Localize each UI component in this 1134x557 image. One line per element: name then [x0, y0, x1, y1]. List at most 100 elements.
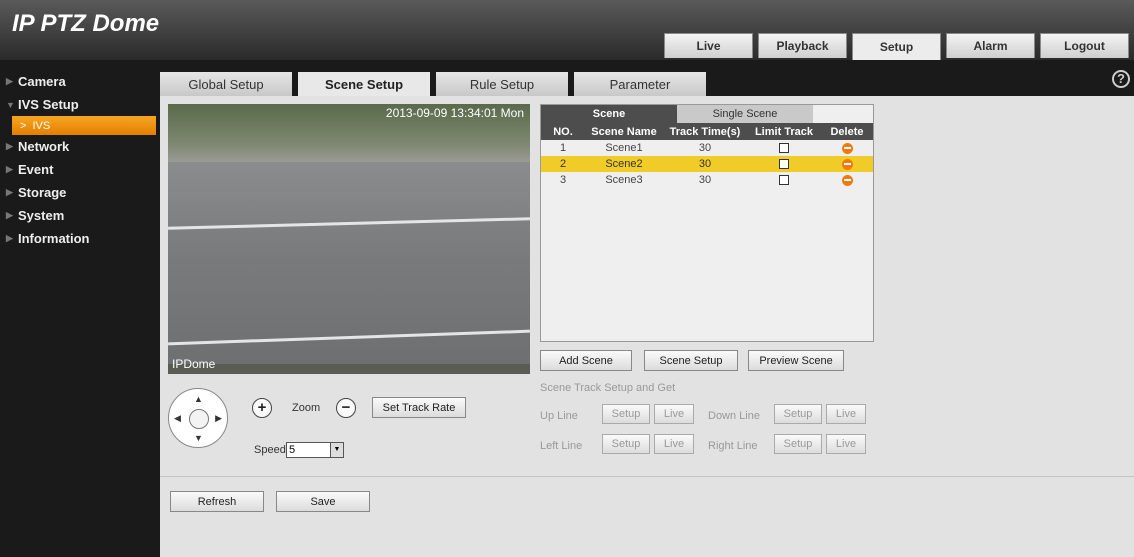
delete-icon[interactable] [841, 142, 853, 154]
sidebar-item-label: Storage [18, 185, 67, 200]
table-row[interactable]: 1 Scene1 30 [541, 140, 873, 156]
sidebar-item-label: IVS Setup [18, 97, 79, 112]
up-line-label: Up Line [540, 410, 578, 422]
row-track-time: 30 [698, 142, 712, 154]
table-row[interactable]: 3 Scene3 30 [541, 172, 873, 188]
track-section-title: Scene Track Setup and Get [540, 382, 676, 394]
arrow-right-icon: ▶ [6, 141, 13, 151]
sidebar-item-camera[interactable]: ▶ Camera [0, 70, 160, 93]
speed-value: 5 [289, 444, 296, 456]
up-line-live-button[interactable]: Live [654, 404, 694, 424]
video-channel-name: IPDome [172, 357, 216, 371]
arrow-right-icon: ▶ [6, 210, 13, 220]
row-limit-track [747, 172, 821, 188]
arrow-up-icon[interactable]: ▲ [194, 394, 203, 404]
sidebar-item-label: System [18, 208, 65, 223]
table-header-row: NO. Scene Name Track Time(s) Limit Track… [541, 123, 873, 140]
help-icon[interactable]: ? [1112, 70, 1130, 88]
set-track-rate-button[interactable]: Set Track Rate [372, 397, 466, 418]
row-delete [821, 172, 873, 188]
sidebar-item-storage[interactable]: ▶ Storage [0, 181, 160, 204]
scene-setup-button[interactable]: Scene Setup [644, 350, 738, 371]
save-button[interactable]: Save [276, 491, 370, 512]
delete-icon[interactable] [841, 158, 853, 170]
nav-live[interactable]: Live [664, 33, 753, 58]
nav-alarm[interactable]: Alarm [946, 33, 1035, 58]
scene-table: NO. Scene Name Track Time(s) Limit Track… [541, 123, 873, 188]
sidebar-item-label: Network [18, 139, 70, 154]
sidebar-item-event[interactable]: ▶ Event [0, 158, 160, 181]
row-no: 3 [559, 174, 567, 186]
down-line-setup-button[interactable]: Setup [774, 404, 822, 424]
row-limit-track [747, 140, 821, 156]
tab-scene[interactable]: Scene [541, 105, 677, 123]
sidebar-item-network[interactable]: ▶ Network [0, 135, 160, 158]
tab-rule-setup[interactable]: Rule Setup [436, 72, 568, 96]
right-line-label: Right Line [708, 440, 758, 452]
zoom-label: Zoom [292, 402, 321, 414]
limit-track-checkbox[interactable] [779, 143, 789, 154]
chevron-right-icon: > [20, 119, 27, 132]
row-no: 1 [559, 142, 567, 154]
row-scene-name: Scene1 [605, 142, 643, 154]
delete-icon[interactable] [841, 174, 853, 186]
arrow-down-icon[interactable]: ▼ [194, 433, 203, 443]
row-no: 2 [541, 156, 585, 172]
nav-setup[interactable]: Setup [852, 33, 941, 60]
header-limit-track: Limit Track [747, 123, 821, 140]
arrow-right-icon: ▶ [6, 164, 13, 174]
sidebar-subitem-label: IVS [32, 119, 51, 132]
video-preview[interactable]: 2013-09-09 13:34:01 Mon IPDome [168, 104, 530, 374]
header-no: NO. [541, 123, 585, 140]
sidebar-item-ivs-setup[interactable]: ▼ IVS Setup [0, 93, 160, 116]
add-scene-button[interactable]: Add Scene [540, 350, 632, 371]
left-line-setup-button[interactable]: Setup [602, 434, 650, 454]
sidebar: ▶ Camera ▼ IVS Setup > IVS ▶ Network ▶ Event … [0, 60, 160, 557]
arrow-right-icon: ▶ [6, 187, 13, 197]
sidebar-subitem-ivs[interactable]: > IVS [12, 116, 156, 135]
tab-scene-setup[interactable]: Scene Setup [298, 72, 430, 96]
zoom-out-button[interactable]: − [336, 398, 356, 418]
tab-parameter[interactable]: Parameter [574, 72, 706, 96]
sidebar-item-system[interactable]: ▶ System [0, 204, 160, 227]
right-line-setup-button[interactable]: Setup [774, 434, 822, 454]
limit-track-checkbox[interactable] [779, 175, 789, 186]
arrow-right-icon: ▶ [6, 76, 13, 86]
ptz-direction-pad[interactable]: ▲ ▼ ◀ ▶ [168, 388, 228, 448]
right-line-live-button[interactable]: Live [826, 434, 866, 454]
arrow-down-icon: ▼ [6, 99, 15, 110]
sidebar-item-label: Event [18, 162, 54, 177]
limit-track-checkbox[interactable] [779, 159, 789, 170]
header-track-time: Track Time(s) [663, 123, 747, 140]
down-line-live-button[interactable]: Live [826, 404, 866, 424]
left-line-live-button[interactable]: Live [654, 434, 694, 454]
road-curb [168, 364, 530, 374]
app-logo: IP PTZ Dome [12, 10, 160, 37]
nav-logout[interactable]: Logout [1040, 33, 1129, 58]
tab-global-setup[interactable]: Global Setup [160, 72, 292, 96]
table-row[interactable]: 2 Scene2 30 [541, 156, 873, 172]
chevron-down-icon[interactable]: ▼ [330, 443, 343, 457]
up-line-setup-button[interactable]: Setup [602, 404, 650, 424]
ptz-center-icon[interactable] [189, 409, 209, 429]
speed-select[interactable]: 5 ▼ [286, 442, 344, 458]
row-delete [821, 156, 873, 172]
top-nav: Live Playback Setup Alarm Logout [664, 33, 1134, 60]
arrow-left-icon[interactable]: ◀ [174, 413, 181, 424]
row-track-time: 30 [698, 174, 712, 186]
preview-scene-button[interactable]: Preview Scene [748, 350, 844, 371]
arrow-right-icon[interactable]: ▶ [215, 413, 222, 424]
row-scene-name: Scene2 [585, 156, 663, 172]
main-panel: Global Setup Scene Setup Rule Setup Para… [160, 60, 1134, 557]
down-line-label: Down Line [708, 410, 760, 422]
row-delete [821, 140, 873, 156]
tab-single-scene[interactable]: Single Scene [677, 105, 813, 123]
zoom-in-button[interactable]: + [252, 398, 272, 418]
sidebar-item-information[interactable]: ▶ Information [0, 227, 160, 250]
scene-tabs: Scene Single Scene [541, 105, 873, 123]
nav-playback[interactable]: Playback [758, 33, 847, 58]
arrow-right-icon: ▶ [6, 233, 13, 243]
refresh-button[interactable]: Refresh [170, 491, 264, 512]
sidebar-item-label: Camera [18, 74, 66, 89]
divider [160, 476, 1134, 477]
